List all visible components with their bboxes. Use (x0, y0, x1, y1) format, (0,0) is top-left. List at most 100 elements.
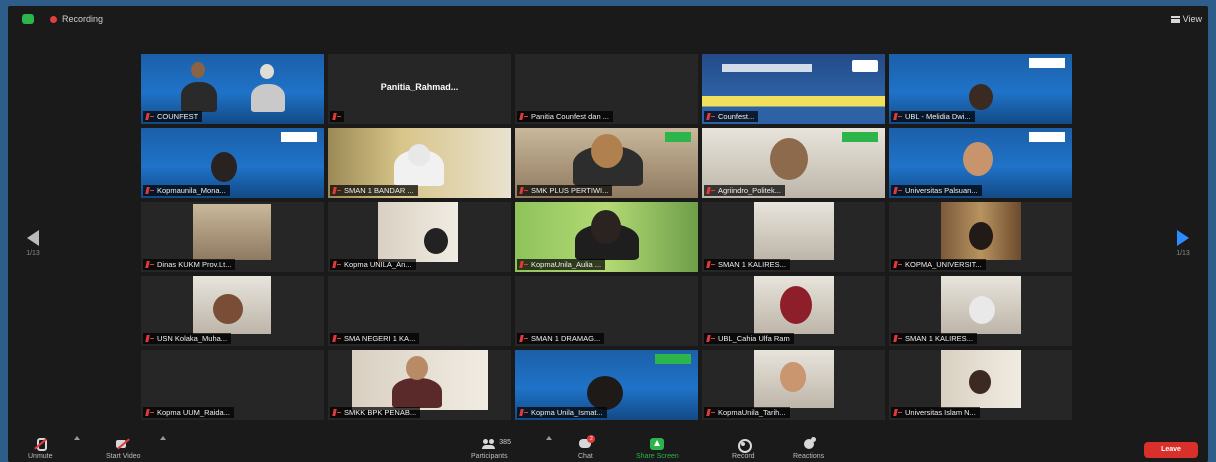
participant-name: Universitas Palsuan... (891, 185, 982, 196)
recording-dot-icon (50, 16, 57, 23)
arrow-right-icon (1177, 230, 1189, 246)
participant-tile[interactable]: COUNFEST (141, 54, 324, 124)
reactions-icon (802, 437, 816, 450)
video-person-head (770, 138, 808, 180)
video-person-head (191, 62, 205, 78)
start-video-button[interactable]: Start Video (106, 438, 141, 460)
video-person-head (406, 356, 428, 380)
participant-tile[interactable]: Panitia Counfest dan ... (515, 54, 698, 124)
participant-tile[interactable]: Kopma Unila_Ismat... (515, 350, 698, 420)
participant-name: Kopma Unila_Ismat... (517, 407, 607, 418)
webinar-logo (655, 354, 691, 364)
participant-tile[interactable]: KOPMA_UNIVERSIT... (889, 202, 1072, 272)
participant-tile[interactable]: KopmaUnila_Tarih... (702, 350, 885, 420)
participant-tile[interactable]: UBL - Melidia Dwi... (889, 54, 1072, 124)
video-person-head (408, 144, 430, 166)
participant-tile[interactable]: SMK PLUS PERTIWI... (515, 128, 698, 198)
next-page-button[interactable]: 1/13 (1172, 230, 1194, 257)
participant-tile[interactable]: Counfest... (702, 54, 885, 124)
video-person-head (211, 152, 237, 182)
participant-tile[interactable]: SMAN 1 KALIRES... (889, 276, 1072, 346)
record-button[interactable]: Record (732, 438, 755, 460)
participant-tile[interactable]: Kopma UUM_Raida... (141, 350, 324, 420)
webinar-logo (665, 132, 691, 142)
video-person (392, 378, 442, 408)
participant-center-name: Panitia_Rahmad... (380, 82, 459, 92)
webinar-logo (842, 132, 878, 142)
previous-page-button[interactable]: 1/13 (22, 230, 44, 257)
reactions-button[interactable]: Reactions (793, 437, 825, 460)
participant-tile[interactable]: Dinas KUKM Prov.Lt... (141, 202, 324, 272)
chat-icon: 2 (578, 435, 596, 450)
participant-name: SMAN 1 KALIRES... (891, 333, 977, 344)
reactions-label: Reactions (793, 453, 825, 460)
participant-tile[interactable]: SMAN 1 DRAMAG... (515, 276, 698, 346)
leave-button[interactable]: Leave (1144, 442, 1198, 458)
microphone-muted-icon (33, 438, 48, 451)
video-person-head (963, 142, 993, 176)
video-camera-off-icon (116, 438, 130, 450)
start-video-label: Start Video (106, 453, 141, 460)
participants-button[interactable]: 385 Participants (471, 438, 511, 460)
participant-tile[interactable]: Universitas Palsuan... (889, 128, 1072, 198)
participant-tile[interactable]: Panitia_Rahmad... (328, 54, 511, 124)
participant-tile[interactable]: SMAN 1 KALIRES... (702, 202, 885, 272)
participant-tile[interactable]: Agriindro_Politek... (702, 128, 885, 198)
participant-name: Panitia Counfest dan ... (517, 111, 613, 122)
participant-name: Kopma UNILA_An... (330, 259, 416, 270)
video-options-caret-icon[interactable] (160, 436, 166, 440)
chat-unread-badge: 2 (587, 435, 596, 443)
meeting-toolbar: Unmute Start Video 385 Participants 2 Ch… (8, 432, 1208, 462)
top-bar: Recording View (8, 6, 1208, 32)
participant-name: UBL - Melidia Dwi... (891, 111, 975, 122)
participant-name: SMAN 1 BANDAR ... (330, 185, 418, 196)
participant-name: COUNFEST (143, 111, 203, 122)
webinar-logo (1029, 58, 1065, 68)
participant-name: USN Kolaka_Muha... (143, 333, 232, 344)
participants-icon: 385 (482, 438, 511, 450)
participant-tile[interactable]: USN Kolaka_Muha... (141, 276, 324, 346)
gallery-grid: COUNFEST Panitia_Rahmad... Panitia Counf… (141, 54, 1076, 423)
video-person-head (591, 210, 621, 244)
unmute-label: Unmute (28, 453, 53, 460)
video-person-head (969, 370, 991, 394)
participant-name: SMAN 1 DRAMAG... (517, 333, 605, 344)
participant-tile[interactable]: UBL_Cahia Ulfa Ram (702, 276, 885, 346)
zoom-meeting-window: Recording View 1/13 1/13 COUNFEST Paniti… (8, 6, 1208, 462)
participant-tile[interactable]: Kopma UNILA_An... (328, 202, 511, 272)
participant-tile[interactable]: Kopmaunila_Mona... (141, 128, 324, 198)
participant-name: Universitas Islam N... (891, 407, 980, 418)
chat-button[interactable]: 2 Chat (578, 435, 596, 460)
audio-options-caret-icon[interactable] (74, 436, 80, 440)
webinar-logo (852, 60, 878, 72)
share-screen-button[interactable]: Share Screen (636, 438, 679, 460)
video-person-head (424, 228, 448, 254)
view-label: View (1182, 14, 1202, 24)
poster-banner (722, 64, 812, 72)
share-screen-label: Share Screen (636, 453, 679, 460)
view-button[interactable]: View (1170, 14, 1202, 24)
participant-name: Counfest... (704, 111, 759, 122)
video-person (181, 82, 217, 112)
participant-name: KopmaUnila_Aulia ... (517, 259, 606, 270)
video-feed (754, 202, 834, 260)
video-person-head (213, 294, 243, 324)
participant-name: UBL_Cahia Ulfa Ram (704, 333, 794, 344)
participants-options-caret-icon[interactable] (546, 436, 552, 440)
video-person-head (780, 286, 812, 324)
video-feed (378, 202, 458, 262)
participant-name: SMA NEGERI 1 KA... (330, 333, 420, 344)
participant-name: KOPMA_UNIVERSIT... (891, 259, 986, 270)
participant-name: Kopma UUM_Raida... (143, 407, 234, 418)
participant-tile[interactable]: Universitas Islam N... (889, 350, 1072, 420)
participant-name: SMK PLUS PERTIWI... (517, 185, 613, 196)
participant-tile[interactable]: SMKK BPK PENAB... (328, 350, 511, 420)
participant-name: KopmaUnila_Tarih... (704, 407, 790, 418)
chat-label: Chat (578, 453, 593, 460)
video-person-head (969, 222, 993, 250)
participant-tile[interactable]: SMAN 1 BANDAR ... (328, 128, 511, 198)
unmute-button[interactable]: Unmute (28, 438, 53, 460)
participant-tile[interactable]: KopmaUnila_Aulia ... (515, 202, 698, 272)
security-shield-icon[interactable] (22, 14, 34, 24)
participant-tile[interactable]: SMA NEGERI 1 KA... (328, 276, 511, 346)
